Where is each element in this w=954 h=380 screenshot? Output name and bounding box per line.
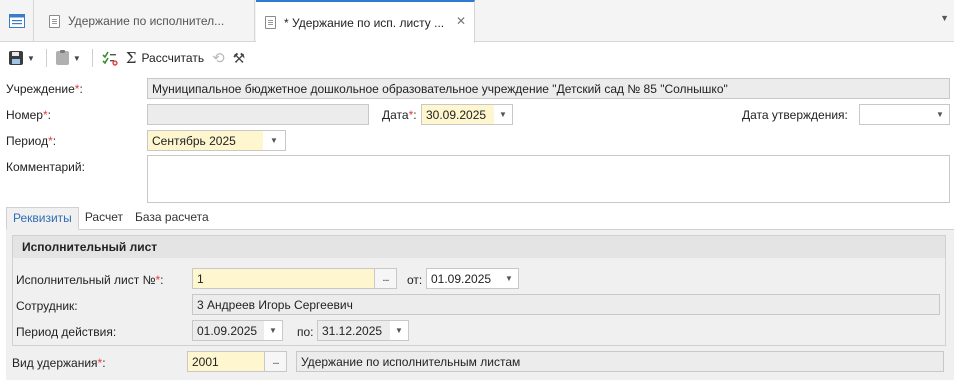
period-field[interactable]: Сентябрь 2025 ▼ — [147, 130, 286, 151]
writ-number-value: 1 — [197, 271, 204, 286]
toolbar-divider — [45, 49, 47, 67]
inner-tabs: Реквизиты Расчет База расчета — [6, 207, 215, 230]
validity-to-label: по: — [297, 325, 314, 339]
tab-deduction-list[interactable]: Удержание по исполнител... — [35, 0, 255, 42]
chevron-down-icon[interactable]: ▼ — [500, 269, 518, 288]
toolbar: ▼ ▼ Σ Рассчитать ⟲ ⚒ — [0, 43, 954, 73]
tab-calculation[interactable]: Расчет — [79, 207, 129, 230]
period-label: Период*: — [6, 134, 57, 148]
validity-to-value: 31.12.2025 — [322, 323, 383, 338]
check-button[interactable] — [99, 47, 121, 69]
validity-to-field[interactable]: 31.12.2025 ▼ — [317, 320, 409, 341]
writ-group-title: Исполнительный лист — [13, 236, 945, 258]
document-icon — [265, 16, 276, 29]
employee-field[interactable]: 3 Андреев Игорь Сергеевич — [192, 294, 940, 315]
check-list-icon — [102, 51, 118, 66]
save-button[interactable]: ▼ — [6, 47, 38, 69]
tab-requisites[interactable]: Реквизиты — [6, 207, 79, 230]
chevron-down-icon[interactable]: ▼ — [263, 131, 285, 150]
sigma-icon: Σ — [125, 49, 137, 67]
period-value: Сентябрь 2025 — [152, 133, 236, 148]
save-icon — [9, 51, 23, 65]
refresh-button[interactable]: ⟲ — [209, 47, 228, 69]
validity-from-value: 01.09.2025 — [197, 323, 258, 338]
tab-calculation-base[interactable]: База расчета — [129, 207, 215, 230]
comment-label: Комментарий: — [6, 160, 85, 174]
ellipsis-button[interactable]: ... — [264, 352, 286, 371]
close-icon[interactable]: ✕ — [456, 14, 466, 28]
comment-field[interactable] — [147, 155, 950, 203]
institution-field[interactable]: Муниципальное бюджетное дошкольное образ… — [147, 78, 950, 99]
employee-label: Сотрудник: — [16, 299, 78, 313]
chevron-down-icon[interactable]: ▼ — [390, 321, 408, 340]
number-field[interactable] — [147, 104, 369, 125]
chevron-down-icon[interactable]: ▼ — [264, 321, 282, 340]
refresh-icon: ⟲ — [212, 50, 225, 67]
deduction-name-field[interactable]: Удержание по исполнительным листам — [296, 351, 944, 372]
clipboard-icon — [55, 50, 69, 65]
chevron-down-icon[interactable]: ▼ — [73, 54, 81, 63]
validity-label: Период действия: — [16, 325, 117, 339]
document-icon — [49, 14, 60, 28]
date-value: 30.09.2025 — [426, 107, 487, 122]
employee-value: 3 Андреев Игорь Сергеевич — [197, 297, 353, 312]
deduction-name-value: Удержание по исполнительным листам — [301, 354, 521, 369]
tabs-menu-icon[interactable]: ▼ — [940, 13, 949, 23]
settings-button[interactable]: ⚒ — [230, 47, 249, 69]
paste-button[interactable]: ▼ — [53, 47, 84, 69]
chevron-down-icon[interactable]: ▼ — [27, 54, 35, 63]
tab-deduction-document[interactable]: * Удержание по исп. листу ... ✕ — [256, 0, 475, 43]
chevron-down-icon[interactable]: ▼ — [931, 105, 949, 124]
institution-value: Муниципальное бюджетное дошкольное образ… — [152, 81, 728, 96]
deduction-code-value: 2001 — [192, 354, 219, 369]
tab-label: Удержание по исполнител... — [68, 14, 225, 28]
toolbar-divider — [91, 49, 93, 67]
writ-from-value: 01.09.2025 — [431, 271, 492, 286]
tools-icon: ⚒ — [232, 49, 246, 66]
home-tab[interactable] — [0, 0, 34, 42]
writ-number-field[interactable]: 1 ... — [192, 268, 397, 289]
document-tabstrip: Удержание по исполнител... * Удержание п… — [0, 0, 954, 43]
window-list-icon — [8, 14, 25, 28]
validity-from-field[interactable]: 01.09.2025 ▼ — [192, 320, 283, 341]
date-field[interactable]: 30.09.2025 ▼ — [421, 104, 513, 125]
institution-label: Учреждение*: — [6, 82, 83, 96]
writ-number-label: Исполнительный лист №*: — [16, 273, 164, 287]
approval-date-label: Дата утверждения: — [742, 108, 848, 122]
number-label: Номер*: — [6, 108, 51, 122]
chevron-down-icon[interactable]: ▼ — [494, 105, 512, 124]
writ-from-field[interactable]: 01.09.2025 ▼ — [426, 268, 519, 289]
writ-from-label: от: — [407, 273, 423, 287]
calculate-label: Рассчитать — [141, 51, 205, 65]
approval-date-field[interactable]: ▼ — [859, 104, 950, 125]
tab-label: * Удержание по исп. листу ... — [284, 15, 445, 30]
ellipsis-button[interactable]: ... — [374, 269, 396, 288]
deduction-code-field[interactable]: 2001 ... — [187, 351, 287, 372]
calculate-button[interactable]: Σ Рассчитать — [123, 47, 207, 69]
deduction-type-label: Вид удержания*: — [12, 356, 106, 370]
date-label: Дата*: — [382, 108, 417, 122]
